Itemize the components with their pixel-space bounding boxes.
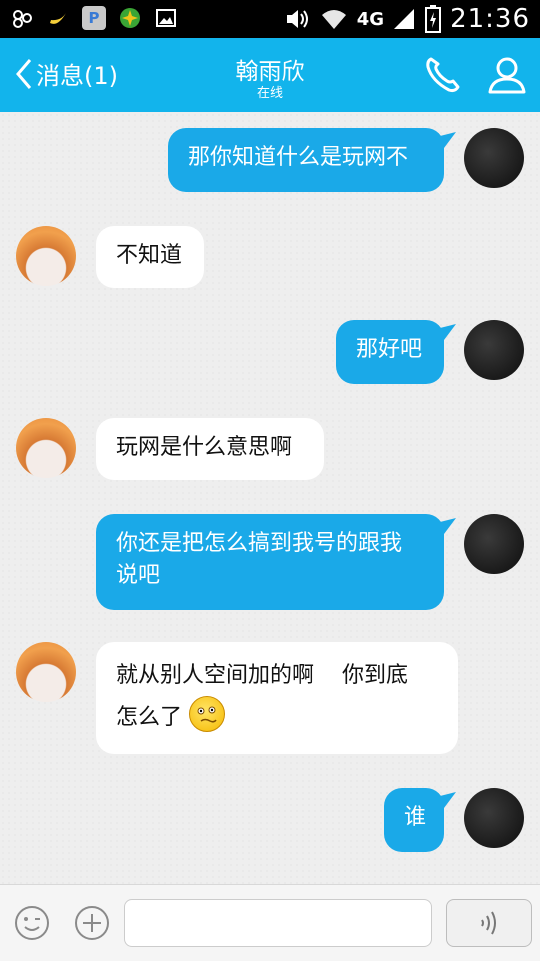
image-icon	[154, 6, 178, 30]
message-text-line: 就从别人空间加的啊 你到底	[116, 663, 408, 688]
message-text-line: 你还是把怎么搞到我号的跟我	[116, 531, 403, 556]
message-text: 谁	[404, 805, 427, 830]
message-bubble[interactable]: 不知道	[96, 226, 204, 288]
voice-icon	[481, 911, 496, 935]
message-bubble[interactable]: 谁	[384, 788, 444, 852]
notification-icons: P	[10, 6, 178, 30]
person-icon	[488, 57, 526, 94]
contact-avatar[interactable]	[16, 418, 76, 478]
message-input[interactable]	[124, 899, 432, 947]
clock: 21:36	[450, 4, 530, 34]
chat-header: 消息(1) 翰雨欣 在线	[0, 38, 540, 112]
call-button[interactable]	[422, 54, 464, 96]
app-p-icon: P	[82, 6, 106, 30]
app-notification-icon	[10, 6, 34, 30]
message-bubble[interactable]: 就从别人空间加的啊 你到底 怎么了	[96, 642, 458, 754]
chat-area[interactable]: 那你知道什么是玩网不 不知道 那好吧 玩网是什么意思啊 你还是把怎么搞到我号的跟…	[0, 112, 540, 884]
emoji-button[interactable]	[14, 905, 50, 941]
battery-icon	[425, 5, 442, 33]
signal-icon	[394, 9, 415, 29]
my-avatar[interactable]	[464, 788, 524, 848]
wifi-icon	[321, 10, 346, 29]
system-icons: 4G 21:36	[285, 4, 530, 34]
bubble-tail	[440, 792, 456, 808]
message-text: 玩网是什么意思啊	[116, 435, 293, 460]
message-text: 那好吧	[356, 337, 423, 362]
message-text-line: 说吧	[116, 563, 161, 588]
message-bubble[interactable]: 那你知道什么是玩网不	[168, 128, 444, 192]
smiley-icon	[15, 906, 49, 940]
message-text-line-2: 怎么了	[116, 696, 438, 736]
volume-icon	[286, 10, 308, 28]
message-text: 不知道	[116, 243, 183, 268]
contact-avatar[interactable]	[16, 226, 76, 286]
message-bubble[interactable]: 那好吧	[336, 320, 444, 384]
game-icon	[118, 6, 142, 30]
message-text: 那你知道什么是玩网不	[188, 145, 409, 170]
profile-button[interactable]	[486, 54, 528, 96]
bubble-tail	[440, 518, 456, 534]
plus-circle-icon	[75, 906, 109, 940]
add-button[interactable]	[74, 905, 110, 941]
contact-avatar[interactable]	[16, 642, 76, 702]
confused-face-icon	[189, 696, 226, 732]
bubble-tail	[440, 324, 456, 340]
my-avatar[interactable]	[464, 320, 524, 380]
message-bubble[interactable]: 玩网是什么意思啊	[96, 418, 324, 480]
bubble-tail	[440, 132, 456, 148]
message-text: 怎么了	[116, 705, 183, 730]
banana-icon	[46, 6, 70, 30]
message-bubble[interactable]: 你还是把怎么搞到我号的跟我 说吧	[96, 514, 444, 610]
phone-icon	[426, 57, 460, 93]
my-avatar[interactable]	[464, 514, 524, 574]
input-bar	[0, 884, 540, 961]
my-avatar[interactable]	[464, 128, 524, 188]
status-bar: P 4G 21:36	[0, 0, 540, 38]
voice-button[interactable]	[446, 899, 532, 947]
network-type: 4G	[356, 8, 385, 30]
